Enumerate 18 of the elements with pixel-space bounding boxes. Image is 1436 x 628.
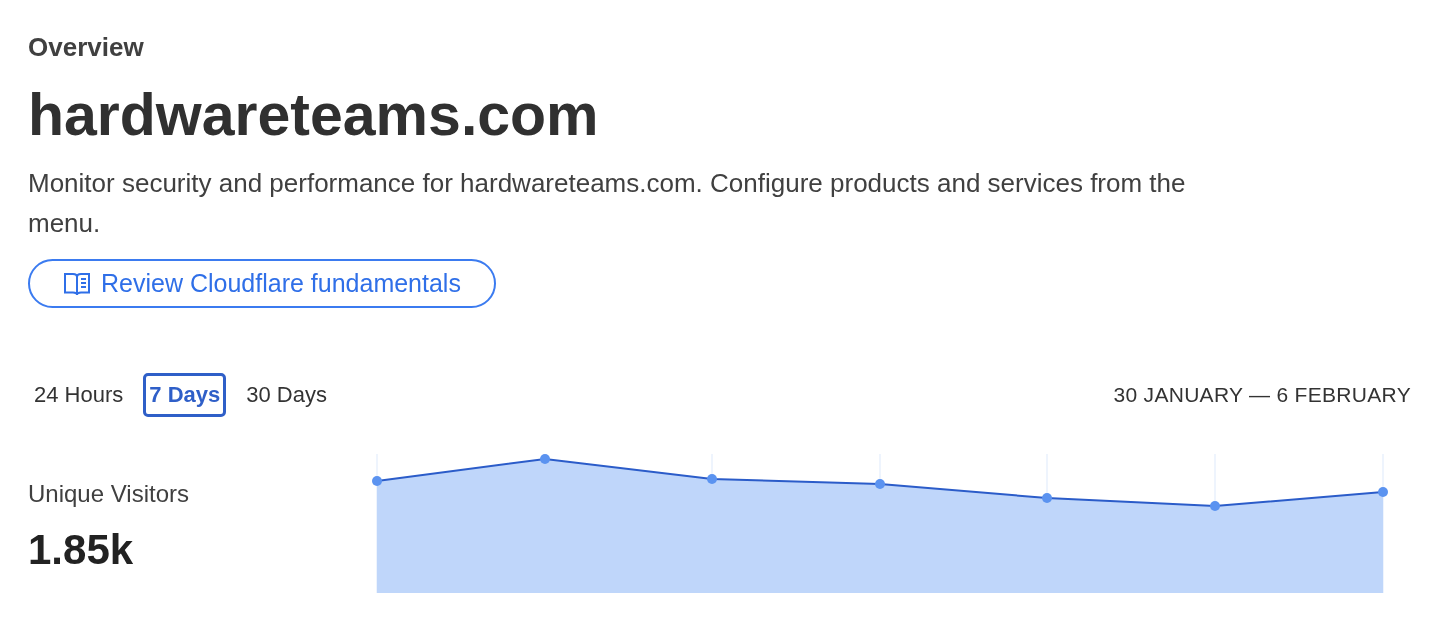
range-tab[interactable]: 24 Hours bbox=[28, 373, 130, 417]
data-point bbox=[1210, 501, 1220, 511]
date-range: 30 JANUARY — 6 FEBRUARY bbox=[1113, 382, 1411, 409]
data-point bbox=[1378, 487, 1388, 497]
page-title: hardwareteams.com bbox=[28, 81, 599, 150]
description: Monitor security and performance for hardwareteams.com. Configure products and services from the menu. bbox=[28, 167, 1187, 240]
section-label: Overview bbox=[28, 31, 144, 64]
metric-label: Unique Visitors bbox=[28, 479, 189, 509]
data-point bbox=[1042, 493, 1052, 503]
metric-value: 1.85k bbox=[28, 525, 134, 575]
data-point bbox=[372, 476, 382, 486]
data-point bbox=[540, 454, 550, 464]
fundamentals-button[interactable]: Review Cloudflare fundamentals bbox=[28, 259, 496, 308]
book-icon bbox=[63, 270, 91, 297]
range-tab[interactable]: 30 Days bbox=[240, 373, 333, 417]
range-tab[interactable]: 7 Days bbox=[143, 373, 227, 417]
data-point bbox=[707, 474, 717, 484]
data-point bbox=[875, 479, 885, 489]
